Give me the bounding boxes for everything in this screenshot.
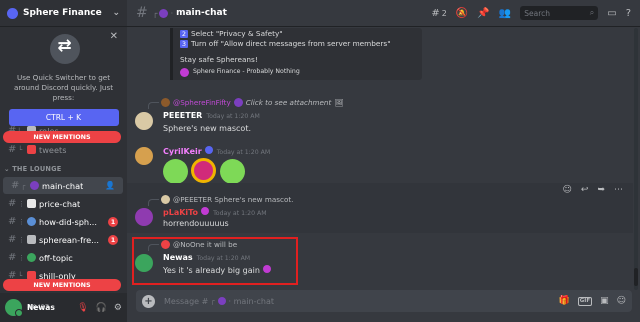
channel-label: price-chat [39,198,81,209]
gear-icon[interactable]: ⚙ [114,303,122,313]
channel-emoji-icon [27,145,36,154]
sidebar-item-main-chat[interactable]: # ┌ main-chat 👤 [3,177,123,194]
message-author[interactable]: PEEETER Today at 1:20 AM [163,111,260,120]
message-text: Sphere's new mascot. [163,124,252,133]
message-composer[interactable]: + Message # ┌ · main-chat 🎁 GIF ▣ ☺ [136,290,632,312]
hash-icon: # [8,198,17,209]
search-icon: ⌕ [589,8,595,17]
channel-label: spherean-fre... [39,234,99,245]
server-header[interactable]: Sphere Finance ⌄ [0,0,127,27]
sidebar-item-tweets[interactable]: # └ tweets [0,141,127,158]
sphere-logo-icon [191,158,216,183]
gift-icon[interactable]: 🎁 [559,296,570,306]
message-author[interactable]: Newas Today at 1:20 AM [163,253,250,262]
frog-emoji-icon [163,159,188,184]
channel-title: main-chat [176,8,227,18]
sidebar-item-off-topic[interactable]: # ⋮ off-topic [0,249,127,266]
chevron-down-icon: ⌄ [112,8,120,18]
mention-badge: 1 [108,234,118,245]
channel-header: # ┌ · main-chat # 2 🔕 📌 👥 Search ⌕ ▭ ? [127,0,640,27]
message-author[interactable]: CyrilKeir Today at 1:20 AM [163,146,270,156]
reply-preview[interactable]: @SphereFinFifty Click to see attachment … [148,98,344,109]
quick-switcher-text: Use Quick Switcher to get around Discord… [13,73,114,102]
user-panel: Newas #0437 🎙 🎧 ⚙ [0,293,127,322]
chart-emoji-icon [27,199,36,208]
channel-emoji-icon [30,181,39,190]
avatar[interactable] [5,299,23,317]
embed-line: 2 Select "Privacy & Safety" [180,29,283,38]
hash-icon: # [8,234,17,245]
hash-icon: # [136,5,148,21]
add-attachment-button[interactable]: + [142,294,155,308]
message-actions: ☺ ↩ ➥ ⋯ [563,185,623,195]
link-emoji-icon [27,235,36,244]
scrollbar[interactable] [634,28,638,290]
avatar[interactable] [135,112,153,130]
channel-emoji-icon [27,253,36,262]
channel-label: main-chat [42,180,84,191]
sidebar-item-spherean-fren[interactable]: # ⋮ spherean-fre... 1 [0,231,127,248]
server-name: Sphere Finance [23,8,102,18]
embed-closing: Stay safe Sphereans! [180,55,258,64]
avatar[interactable] [135,254,153,272]
thread-count: 2 [441,8,447,18]
member-list-icon[interactable]: 👥 [499,8,511,19]
mic-muted-icon[interactable]: 🎙 [77,303,88,313]
message-text: horrendouuuuus [163,219,229,228]
sidebar-item-price-chat[interactable]: # ⋮ price-chat [0,195,127,212]
inbox-icon[interactable]: ▭ [607,8,616,19]
new-mentions-pill[interactable]: NEW MENTIONS [3,279,121,291]
hash-icon: # [8,216,17,227]
server-icon [7,7,18,19]
add-user-icon[interactable]: 👤 [105,181,115,190]
embed-footer: Sphere Finance - Probably Nothing [180,67,415,77]
reply-preview[interactable]: @PEEETER Sphere's new mascot. [148,195,293,206]
frog-emoji-icon [220,159,245,184]
hash-icon: # [11,180,20,191]
sidebar-item-how-did-sphere[interactable]: # ⋮ how-did-sph... 1 [0,213,127,230]
sticker-icon[interactable]: ▣ [600,296,609,306]
sphere-logo-icon [180,67,189,77]
headphones-icon[interactable]: 🎧 [96,303,107,313]
pinned-messages-icon[interactable]: 📌 [477,8,489,19]
message-input[interactable]: Message # ┌ · main-chat [164,297,274,306]
forward-icon[interactable]: ➥ [597,185,605,195]
channel-label: off-topic [39,252,73,263]
quick-switcher-tip: ✕ ⇄ Use Quick Switcher to get around Dis… [0,28,127,126]
channel-sidebar: Sphere Finance ⌄ ✕ ⇄ Use Quick Switcher … [0,0,127,322]
channel-label: how-did-sph... [39,216,97,227]
reply-preview[interactable]: @NoOne it will be [148,240,237,251]
switch-arrows-icon: ⇄ [44,33,84,69]
avatar[interactable] [135,208,153,226]
emoji-picker-icon[interactable]: ☺ [617,296,626,306]
search-input[interactable]: Search ⌕ [520,6,599,20]
gif-icon[interactable]: GIF [577,296,593,306]
threads-icon[interactable]: # [431,8,439,19]
image-icon: 🖼 [334,98,344,107]
close-icon[interactable]: ✕ [110,31,118,42]
rules-embed: 2 Select "Privacy & Safety" 3 Turn off "Al… [170,28,422,80]
channel-emoji-icon [27,217,36,226]
mention-badge: 1 [108,216,118,227]
user-name: Newas [27,303,55,312]
help-icon[interactable]: ? [626,8,631,19]
reply-icon[interactable]: ↩ [581,185,589,195]
message-list: 2 Select "Privacy & Safety" 3 Turn off "Al… [127,28,633,290]
message-text: Yes it 's already big gain [163,265,271,275]
hash-icon: # [8,252,17,263]
message-author[interactable]: pLaKiTo Today at 1:20 AM [163,207,267,217]
embed-line: 3 Turn off "Allow direct messages from se… [180,39,391,48]
notification-bell-muted-icon[interactable]: 🔕 [456,8,468,19]
channel-emoji-icon [158,8,168,18]
avatar[interactable] [135,147,153,165]
hash-icon: # [8,144,17,155]
add-reaction-icon[interactable]: ☺ [563,185,572,195]
channel-label: tweets [39,144,67,155]
category-the-lounge[interactable]: ⌄ THE LOUNGE [4,165,61,173]
more-icon[interactable]: ⋯ [614,185,623,195]
